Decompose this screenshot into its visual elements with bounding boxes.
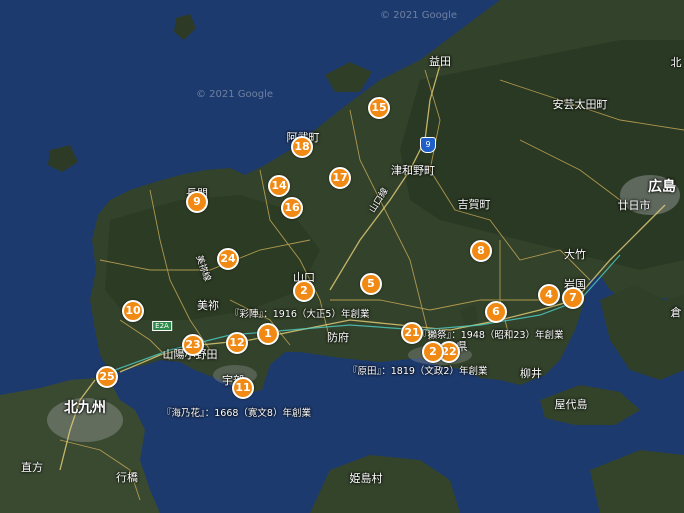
place-yanai: 柳井 xyxy=(520,367,542,380)
place-himeshima: 姫島村 xyxy=(349,472,383,485)
map-marker[interactable]: 24 xyxy=(217,248,239,270)
map-marker[interactable]: 10 xyxy=(122,300,144,322)
annotation-harada: 『原田』：1819（文政2）年創業 xyxy=(348,366,488,377)
place-hiroshima: 広島 xyxy=(648,179,676,195)
place-nogata: 直方 xyxy=(21,461,43,474)
place-otake: 大竹 xyxy=(564,248,586,261)
place-yoshika: 吉賀町 xyxy=(457,198,491,211)
map-marker[interactable]: 5 xyxy=(360,273,382,295)
map-marker[interactable]: 14 xyxy=(268,175,290,197)
map-marker[interactable]: 17 xyxy=(329,167,351,189)
place-kura: 倉 xyxy=(670,306,682,319)
map-marker[interactable]: 21 xyxy=(401,322,423,344)
place-hofu: 防府 xyxy=(327,331,349,344)
place-akiota: 安芸太田町 xyxy=(552,98,608,111)
map-marker[interactable]: 7 xyxy=(562,287,584,309)
annotation-dassai: 『獺祭』：1948（昭和23）年創業 xyxy=(418,330,564,341)
map-marker[interactable]: 16 xyxy=(281,197,303,219)
map-marker[interactable]: 12 xyxy=(226,332,248,354)
map-marker[interactable]: 23 xyxy=(182,334,204,356)
map-marker[interactable]: 6 xyxy=(485,301,507,323)
copyright-mid: © 2021 Google xyxy=(196,89,274,100)
place-yashirojima: 屋代島 xyxy=(554,398,588,411)
map-marker[interactable]: 25 xyxy=(96,366,118,388)
place-masuda: 益田 xyxy=(429,55,451,68)
copyright-top: © 2021 Google xyxy=(380,10,458,21)
map-marker[interactable]: 2 xyxy=(422,341,444,363)
map-marker[interactable]: 11 xyxy=(232,377,254,399)
map-marker[interactable]: 4 xyxy=(538,284,560,306)
place-kita: 北 xyxy=(670,56,682,69)
map-marker[interactable]: 18 xyxy=(291,136,313,158)
place-yukuhashi: 行橋 xyxy=(116,471,138,484)
map-marker[interactable]: 9 xyxy=(186,191,208,213)
map-marker[interactable]: 8 xyxy=(470,240,492,262)
place-tsuwano: 津和野町 xyxy=(391,164,435,177)
place-hatsukaichi: 廿日市 xyxy=(617,199,651,212)
place-kitakyushu: 北九州 xyxy=(64,400,106,416)
place-mine: 美祢 xyxy=(197,299,219,312)
map-marker[interactable]: 2 xyxy=(293,280,315,302)
map-marker[interactable]: 1 xyxy=(257,323,279,345)
map-marker[interactable]: 15 xyxy=(368,97,390,119)
route-e2a-shield: E2A xyxy=(152,321,172,331)
annotation-uminohana: 『海乃花』：1668（寛文8）年創業 xyxy=(162,408,311,419)
annotation-saijin: 『彩陣』：1916（大正5）年創業 xyxy=(230,309,370,320)
route-9-shield: 9 xyxy=(420,137,436,153)
